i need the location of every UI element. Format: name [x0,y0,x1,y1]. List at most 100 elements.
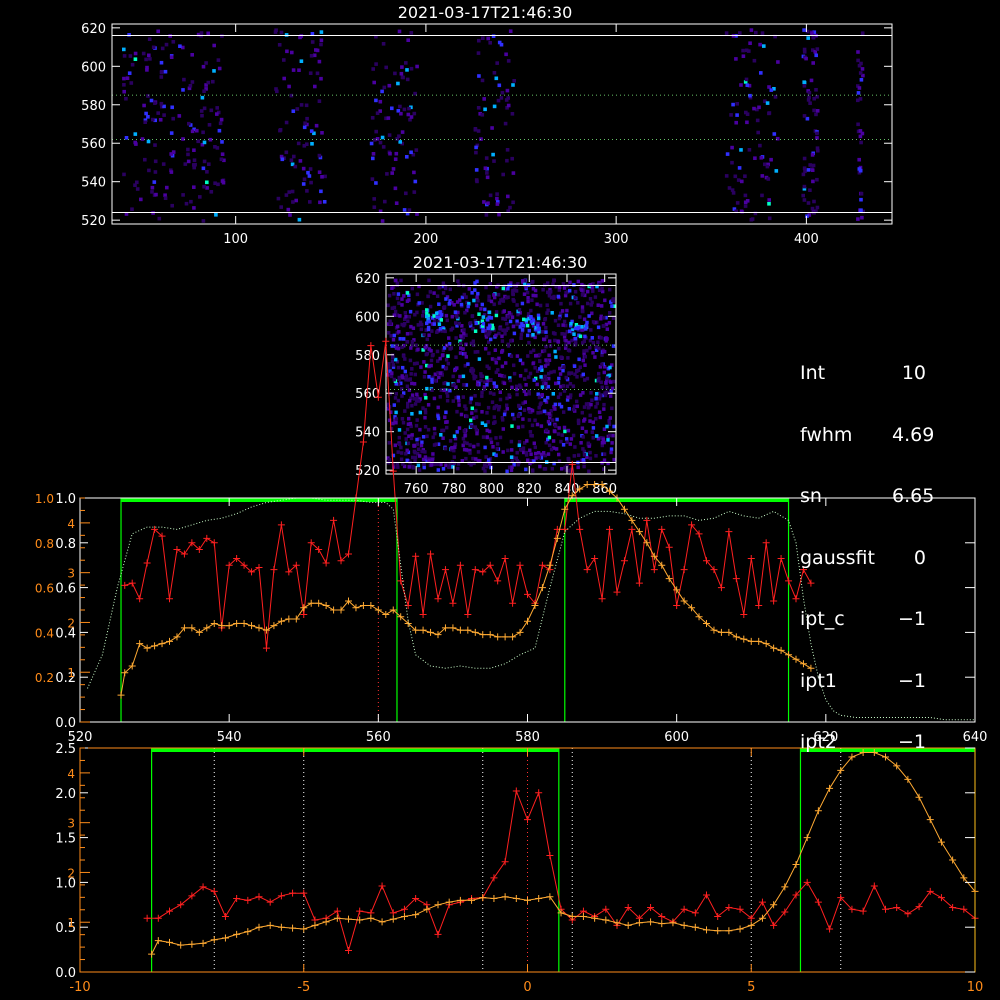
zoom-cell [500,334,504,339]
top-cell [122,89,126,94]
zoom-cell [423,455,428,459]
top-cell [305,116,309,121]
zoom-cell [404,451,408,456]
top-cell [762,44,766,48]
top-cell [216,182,220,187]
zoom-cell [523,400,527,404]
top-cell [806,98,811,102]
zoom-cell [397,330,401,334]
spec2-orange-point [568,912,576,920]
top-cell [287,84,291,89]
spec1-red-point [143,559,151,567]
zoom-cell [553,318,558,323]
spec2-orange-point [826,784,834,792]
param-fwhm-label: fwhm [800,423,853,446]
zoom-cell [498,327,502,331]
zoom-cell [396,292,401,296]
top-cell [122,76,126,81]
spec1-orange-point [248,622,256,630]
zoom-cell [557,376,561,381]
top-cell [147,53,151,58]
top-cell [387,83,392,88]
top-cell [409,115,414,119]
top-cell [735,113,739,117]
zoom-cell [524,368,528,373]
top-cell [178,44,182,48]
zoom-cell [556,395,561,399]
zoom-cell [509,439,514,444]
top-cell [314,123,319,128]
spec2-orange-point [814,807,822,815]
top-cell [755,118,760,123]
spec1-orange-point [628,516,636,524]
zoom-cell [515,303,519,307]
zoom-cell [476,291,480,296]
spec1-secondary-tick-label: 2 [67,616,75,630]
spec2-x-tick-label: 0 [523,980,531,995]
zoom-y-tick-label: 600 [355,310,380,325]
top-cell [494,76,499,81]
top-cell [811,61,815,65]
top-y-tick-label: 560 [81,137,106,152]
zoom-cell [423,370,427,374]
zoom-cell [423,392,427,397]
top-cell [497,212,501,217]
zoom-cell [539,410,543,415]
zoom-cell [452,455,456,459]
zoom-cell [564,339,568,343]
spec2-red-point [904,910,912,918]
spec2-orange-point [277,923,285,931]
zoom-cell [580,410,584,415]
top-cell [301,166,306,171]
zoom-cell [585,376,590,381]
spec2-secondary-tick-label: 3 [67,817,75,831]
zoom-cell [526,458,530,463]
top-y-tick-label: 600 [81,60,106,75]
zoom-cell [407,416,411,421]
zoom-cell [549,370,553,375]
zoom-cell [566,356,570,360]
zoom-cell [489,378,493,382]
zoom-cell [448,439,453,443]
zoom-cell [604,336,608,340]
zoom-bright-cell [568,329,572,334]
zoom-bright-cell [569,321,573,326]
zoom-cell [420,322,424,327]
zoom-cell [531,469,535,473]
top-cell [146,115,150,119]
zoom-cell [421,314,425,318]
spec1-orange-point [464,626,472,634]
zoom-cell [394,410,398,415]
zoom-cell [386,303,390,308]
top-cell [289,93,294,98]
zoom-cell [441,291,446,295]
zoom-cell [520,301,525,306]
zoom-cell [472,444,476,449]
zoom-cell [608,311,612,315]
spec2-orange-point [154,937,162,945]
zoom-cell [526,296,530,300]
zoom-bright-cell [531,318,536,323]
spec1-orange-point [583,481,591,489]
zoom-cell [454,336,458,340]
zoom-cell [572,364,577,368]
top-cell [135,180,139,185]
zoom-cell [599,393,603,398]
zoom-bright-cell [425,321,429,326]
zoom-bright-cell [584,323,589,328]
spec1-secondary-tick-label: 3 [67,567,75,581]
spec2-orange-point [378,918,386,926]
zoom-cell [553,429,557,434]
zoom-cell [427,347,431,351]
zoom-cell [529,350,533,354]
spec1-orange-point [188,624,196,632]
zoom-cell [465,414,469,419]
top-cell [144,57,148,62]
param-ipt2-value: −1 [897,731,926,753]
top-cell [406,112,411,117]
top-cell [129,81,134,85]
zoom-cell [446,361,450,366]
zoom-cell [504,361,508,365]
top-cell [759,71,763,75]
spec1-red-point [740,610,748,618]
